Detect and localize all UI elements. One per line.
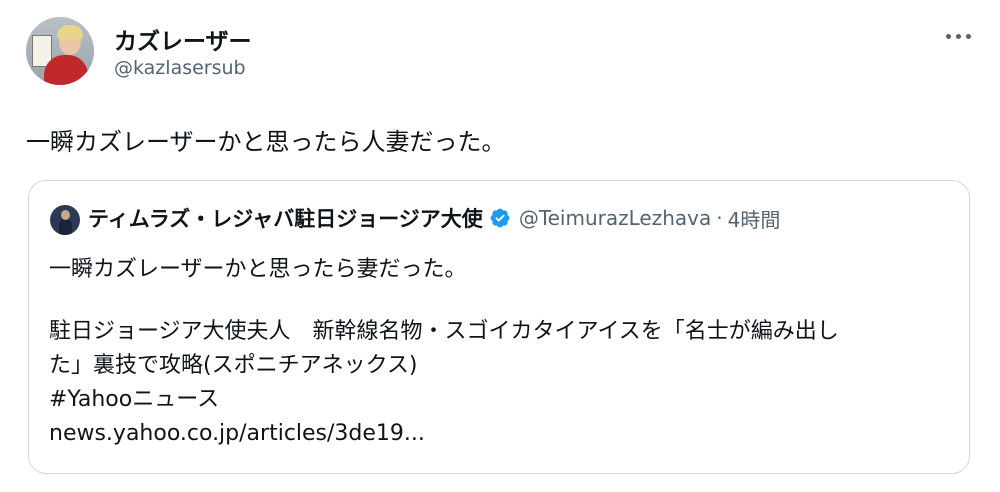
author-avatar[interactable] [26,17,94,85]
verified-badge-icon [490,208,510,228]
quoted-article-text: 駐日ジョージア大使夫人 新幹線名物・スゴイカタイアイスを「名士が編み出し た」裏… [49,315,954,451]
quoted-tweet-text: 一瞬カズレーザーかと思ったら妻だった。 [49,257,467,282]
author-handle[interactable]: @kazlasersub [114,57,246,79]
article-headline-line-2: た」裏技で攻略(スポニチアネックス) [49,353,418,378]
more-horizontal-icon[interactable] [940,24,976,48]
quoted-tweet-header: ティムラズ・レジャバ駐日ジョージア大使 @TeimurazLezhava · 4… [88,203,780,233]
article-url-link[interactable]: news.yahoo.co.jp/articles/3de19... [49,417,954,451]
article-headline-line-1: 駐日ジョージア大使夫人 新幹線名物・スゴイカタイアイスを「名士が編み出し [49,319,839,344]
tweet-text: 一瞬カズレーザーかと思ったら人妻だった。 [26,128,506,156]
quoted-author-avatar[interactable] [50,205,80,235]
quoted-tweet[interactable]: ティムラズ・レジャバ駐日ジョージア大使 @TeimurazLezhava · 4… [28,180,970,474]
quoted-timestamp[interactable]: 4時間 [728,204,781,233]
author-display-name[interactable]: カズレーザー [114,22,252,56]
quoted-author-handle[interactable]: @TeimurazLezhava [519,206,711,230]
quoted-author-display-name[interactable]: ティムラズ・レジャバ駐日ジョージア大使 [88,203,483,233]
hashtag-link[interactable]: #Yahooニュース [49,383,954,417]
separator-dot: · [716,206,723,230]
tweet-card: カズレーザー @kazlasersub 一瞬カズレーザーかと思ったら人妻だった。… [0,0,1000,492]
